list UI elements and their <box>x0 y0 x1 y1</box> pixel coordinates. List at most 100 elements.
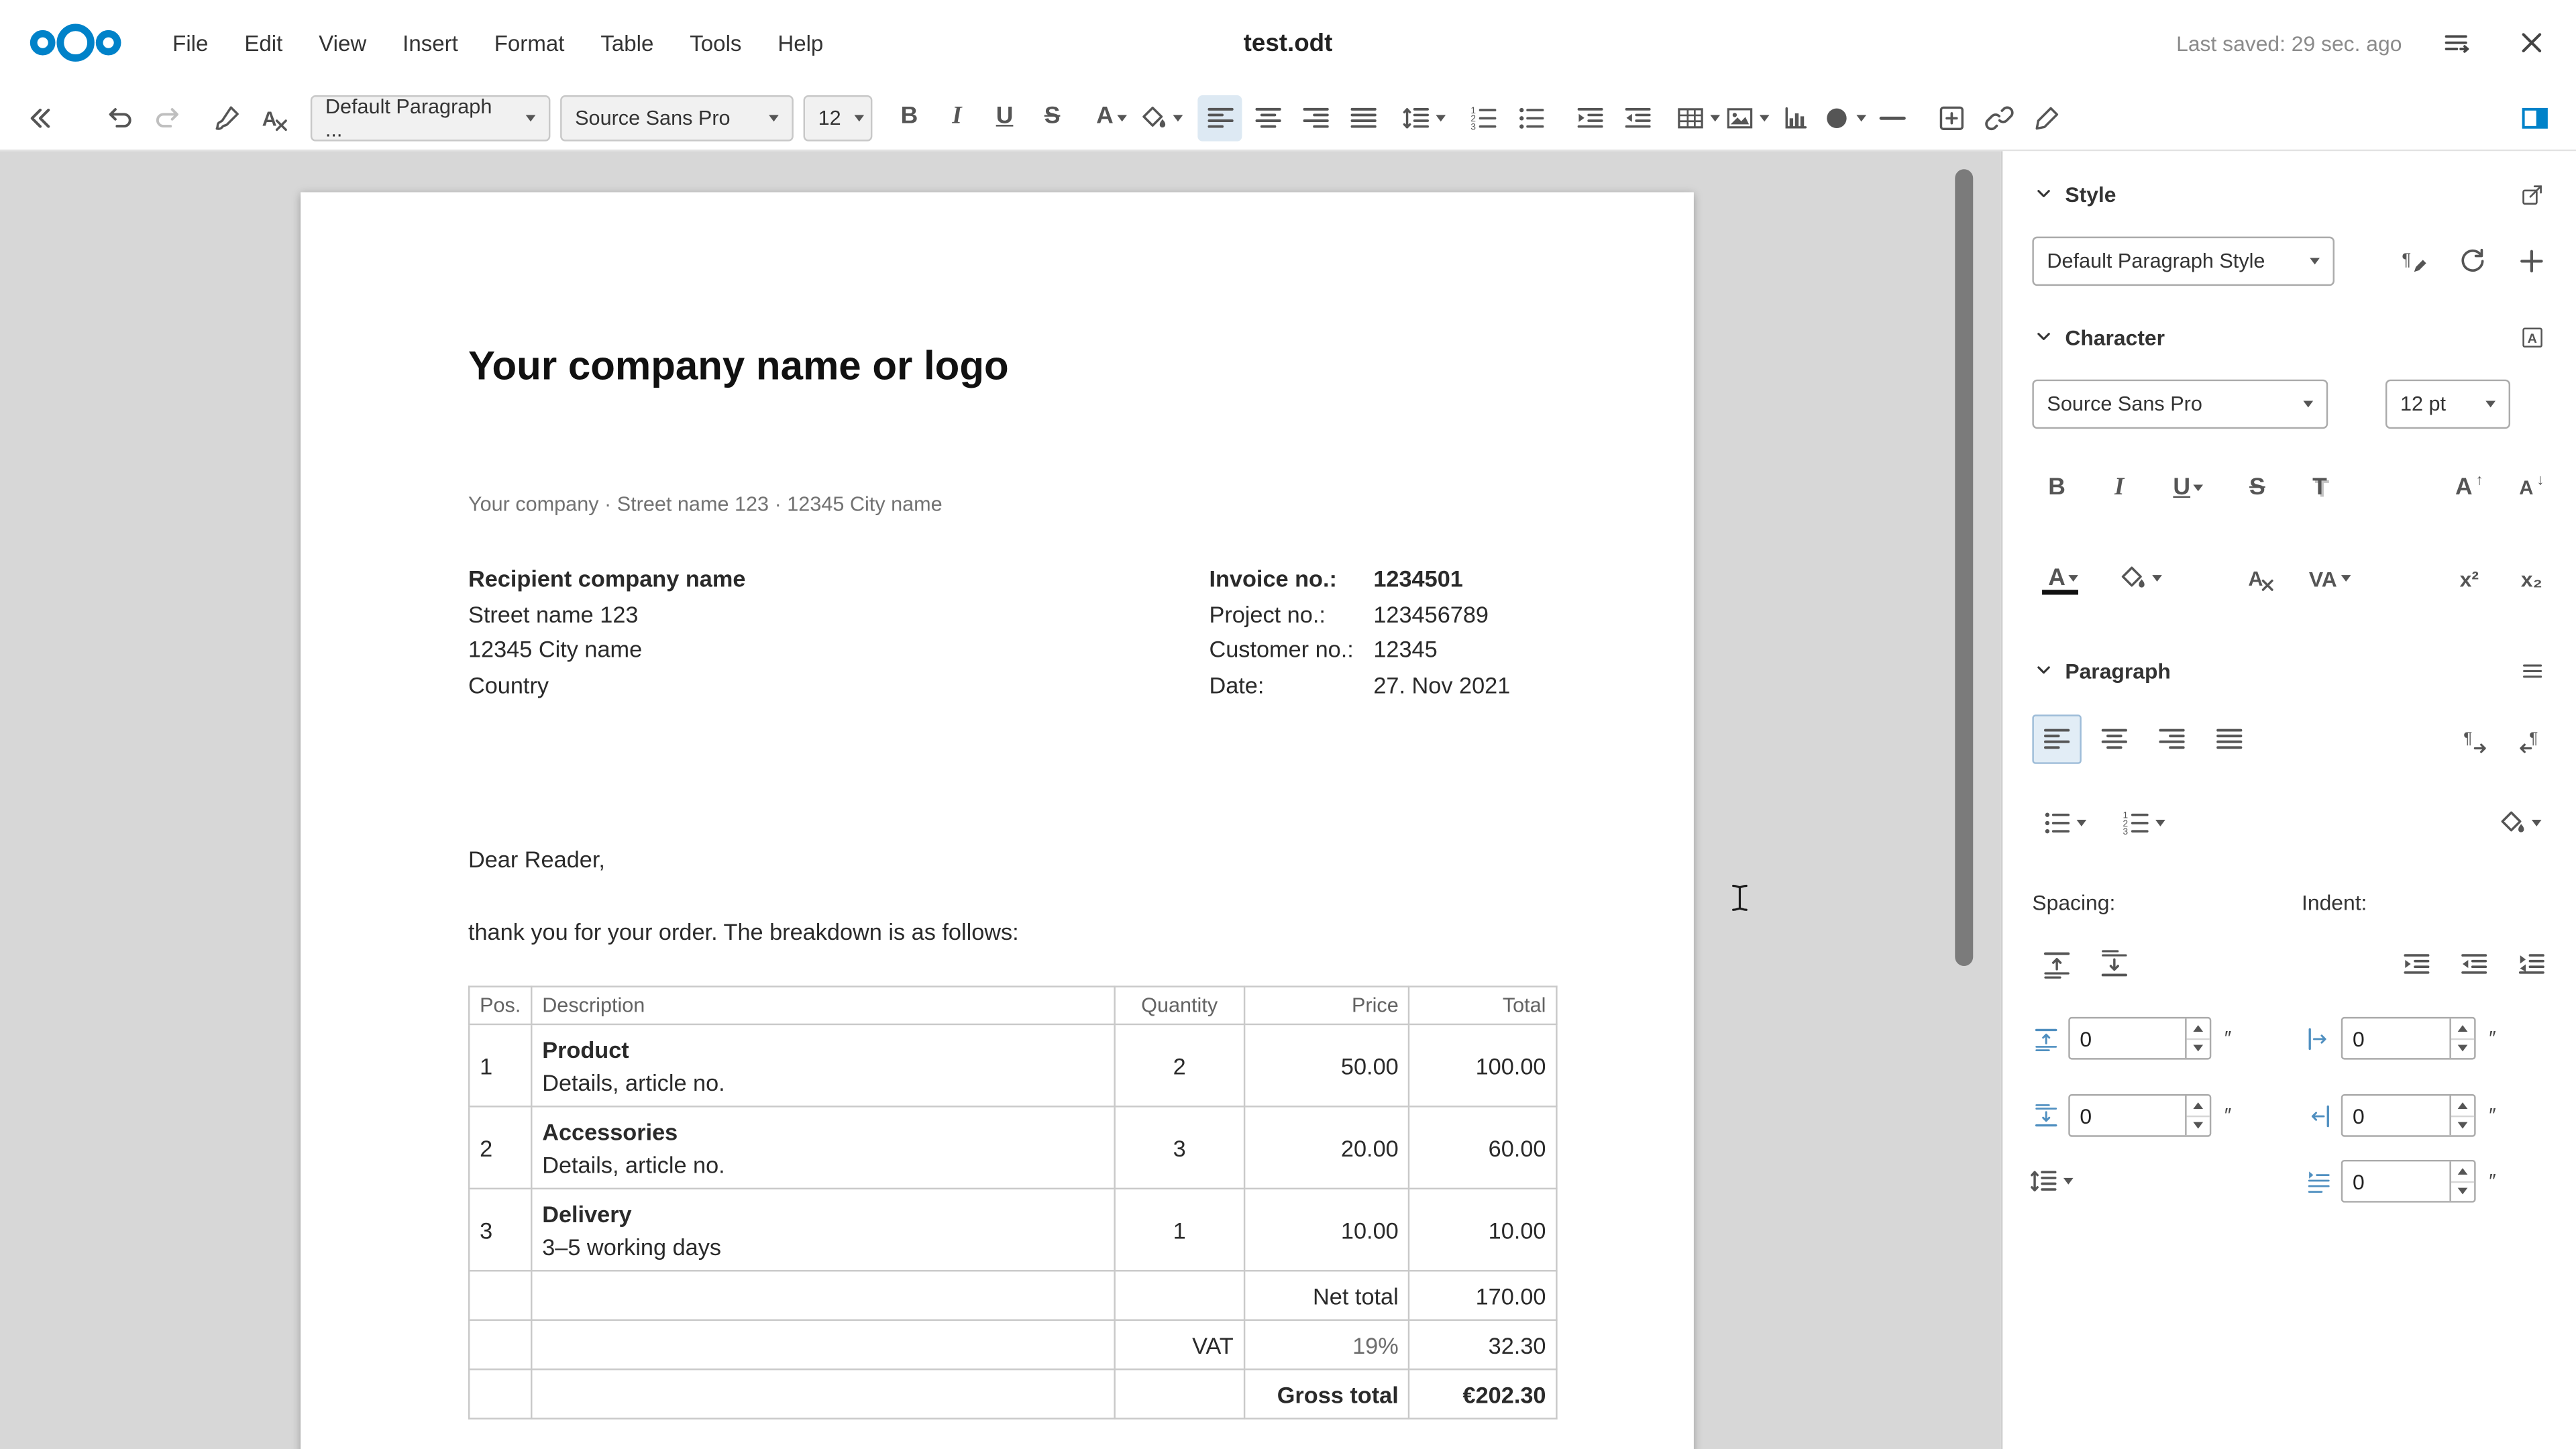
insert-chart-button[interactable] <box>1772 95 1817 141</box>
insert-horizontal-line-button[interactable] <box>1870 95 1914 141</box>
recipient-street[interactable]: Street name 123 <box>468 597 863 633</box>
meta-row[interactable]: Date:27. Nov 2021 <box>1209 668 1557 704</box>
document-canvas[interactable]: Your company name or logo Your company ·… <box>0 151 2001 1449</box>
document-page[interactable]: Your company name or logo Your company ·… <box>301 193 1694 1449</box>
stepper[interactable] <box>2185 1095 2210 1135</box>
company-heading[interactable]: Your company name or logo <box>468 343 1558 392</box>
table-row[interactable]: 2 AccessoriesDetails, article no. 3 20.0… <box>469 1106 1556 1188</box>
menu-format[interactable]: Format <box>476 21 583 65</box>
sidebar-line-spacing-button[interactable] <box>2019 1157 2082 1205</box>
stepper[interactable] <box>2449 1095 2474 1135</box>
italic-button[interactable]: I <box>934 95 979 141</box>
increase-paragraph-spacing-button[interactable] <box>2032 940 2081 989</box>
font-color-button[interactable]: A <box>1089 95 1134 141</box>
subscript-button[interactable]: x₂ <box>2507 553 2556 602</box>
increase-indent-button[interactable] <box>1567 95 1611 141</box>
sidebar-align-right-button[interactable] <box>2147 714 2196 763</box>
recipient-name[interactable]: Recipient company name <box>468 562 863 598</box>
ordered-list-button[interactable] <box>1460 95 1505 141</box>
sidebar-align-center-button[interactable] <box>2090 714 2139 763</box>
style-select[interactable]: Default Paragraph Style <box>2032 237 2334 286</box>
menu-view[interactable]: View <box>301 21 384 65</box>
text-direction-rtl-button[interactable] <box>2507 714 2556 763</box>
salutation-text[interactable]: Dear Reader, <box>468 846 1558 874</box>
meta-row[interactable]: Customer no.:12345 <box>1209 633 1557 668</box>
update-style-icon[interactable] <box>2448 237 2497 286</box>
menu-table[interactable]: Table <box>582 21 672 65</box>
insert-image-button[interactable] <box>1723 95 1770 141</box>
vat-row[interactable]: VAT 19% 32.30 <box>469 1320 1556 1369</box>
nextcloud-logo[interactable] <box>23 13 128 72</box>
hanging-indent-button[interactable] <box>2507 940 2556 989</box>
hide-menubar-icon[interactable] <box>2434 21 2477 64</box>
shrink-font-button[interactable]: A↓ <box>2507 464 2556 513</box>
sidebar-toggle-icon[interactable] <box>2512 95 2556 141</box>
sidebar-bullet-list-button[interactable] <box>2032 798 2094 847</box>
track-changes-icon[interactable] <box>2024 95 2068 141</box>
sidebar-strikethrough-button[interactable]: S <box>2233 464 2282 513</box>
sidebar-ordered-list-button[interactable] <box>2111 798 2174 847</box>
font-size-select[interactable]: 12 <box>804 95 873 141</box>
clone-formatting-icon[interactable] <box>204 95 248 141</box>
recipient-city[interactable]: 12345 City name <box>468 633 863 668</box>
character-section-header[interactable]: Character <box>2032 317 2546 357</box>
indent-after-input[interactable] <box>2343 1103 2449 1128</box>
strikethrough-button[interactable]: S <box>1030 95 1075 141</box>
superscript-button[interactable]: x² <box>2445 553 2493 602</box>
paragraph-background-color-button[interactable] <box>2487 798 2550 847</box>
font-name-select[interactable]: Source Sans Pro <box>560 95 794 141</box>
style-section-header[interactable]: Style <box>2032 174 2546 214</box>
sidebar-bold-button[interactable]: B <box>2032 464 2081 513</box>
menu-help[interactable]: Help <box>759 21 841 65</box>
table-row[interactable]: 3 Delivery3–5 working days 1 10.00 10.00 <box>469 1189 1556 1271</box>
menu-file[interactable]: File <box>154 21 226 65</box>
sidebar-font-color-button[interactable]: A <box>2032 553 2094 602</box>
sidebar-decrease-indent-button[interactable] <box>2449 940 2498 989</box>
redo-icon[interactable] <box>145 95 189 141</box>
indent-before-input[interactable] <box>2343 1026 2449 1051</box>
table-row[interactable]: 1 ProductDetails, article no. 2 50.00 10… <box>469 1024 1556 1106</box>
bullet-list-button[interactable] <box>1508 95 1552 141</box>
recipient-country[interactable]: Country <box>468 668 863 704</box>
meta-row[interactable]: Project no.:123456789 <box>1209 597 1557 633</box>
paragraph-dialog-icon[interactable] <box>2518 656 2546 684</box>
align-right-button[interactable] <box>1293 95 1337 141</box>
insert-shape-button[interactable] <box>1820 95 1866 141</box>
sidebar-align-justify-button[interactable] <box>2205 714 2254 763</box>
sidebar-clear-formatting-button[interactable] <box>2236 553 2285 602</box>
paragraph-style-select[interactable]: Default Paragraph ... <box>311 95 551 141</box>
character-dialog-icon[interactable] <box>2518 323 2546 351</box>
menu-tools[interactable]: Tools <box>672 21 759 65</box>
bold-button[interactable]: B <box>887 95 931 141</box>
indent-before-spinner[interactable] <box>2341 1017 2476 1060</box>
paragraph-section-header[interactable]: Paragraph <box>2032 651 2546 690</box>
company-address-line[interactable]: Your company · Street name 123 · 12345 C… <box>468 491 1558 517</box>
spacing-below-spinner[interactable] <box>2068 1094 2211 1137</box>
highlight-color-button[interactable] <box>1137 95 1183 141</box>
underline-button[interactable]: U <box>982 95 1026 141</box>
line-spacing-button[interactable] <box>1400 95 1446 141</box>
sidebar-underline-button[interactable]: U <box>2157 464 2220 513</box>
insert-table-button[interactable] <box>1674 95 1721 141</box>
first-line-indent-spinner[interactable] <box>2341 1160 2476 1203</box>
menu-edit[interactable]: Edit <box>226 21 301 65</box>
spacing-above-input[interactable] <box>2070 1026 2185 1051</box>
first-line-indent-input[interactable] <box>2343 1169 2449 1193</box>
meta-row[interactable]: Invoice no.:1234501 <box>1209 562 1557 598</box>
recipient-block[interactable]: Recipient company name Street name 123 1… <box>468 562 863 704</box>
stepper[interactable] <box>2185 1018 2210 1058</box>
spacing-above-spinner[interactable] <box>2068 1017 2211 1060</box>
gross-total-row[interactable]: Gross total €202.30 <box>469 1369 1556 1418</box>
align-left-button[interactable] <box>1197 95 1242 141</box>
grow-font-button[interactable]: A↑ <box>2445 464 2493 513</box>
align-justify-button[interactable] <box>1340 95 1385 141</box>
collapse-toolbar-icon[interactable] <box>16 95 60 141</box>
invoice-table[interactable]: Pos. Description Quantity Price Total 1 … <box>468 985 1558 1419</box>
net-total-row[interactable]: Net total 170.00 <box>469 1271 1556 1320</box>
new-style-icon[interactable] <box>2389 237 2438 286</box>
sidebar-highlight-color-button[interactable] <box>2108 553 2170 602</box>
align-center-button[interactable] <box>1245 95 1289 141</box>
spacing-below-input[interactable] <box>2070 1103 2185 1128</box>
sidebar-font-size-select[interactable]: 12 pt <box>2385 380 2510 429</box>
undo-icon[interactable] <box>97 95 141 141</box>
